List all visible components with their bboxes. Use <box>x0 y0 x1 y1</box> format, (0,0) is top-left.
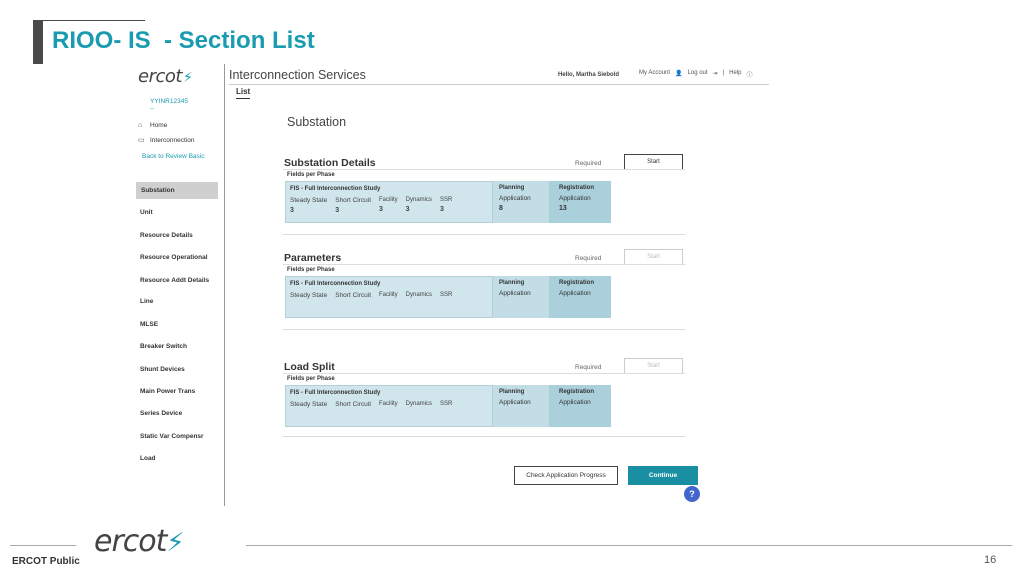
nav-interconnection[interactable]: ▭ Interconnection <box>138 137 194 144</box>
fields-per-phase-label: Fields per Phase <box>287 376 335 382</box>
logout-link[interactable]: Log out <box>688 70 708 79</box>
sidebar-item-line[interactable]: Line <box>140 298 153 305</box>
start-button[interactable]: Start <box>624 249 683 265</box>
app-screenshot: ercot⚡ Interconnection Services Hello, M… <box>128 60 769 506</box>
section-title: Parameters <box>284 252 342 264</box>
check-application-progress-button[interactable]: Check Application Progress <box>514 466 618 485</box>
footer-classification: ERCOT Public <box>12 556 80 567</box>
fis-panel: FIS - Full Interconnection Study Steady … <box>285 181 493 223</box>
help-link[interactable]: Help <box>729 70 741 79</box>
fields-per-phase-label: Fields per Phase <box>287 172 335 178</box>
fis-column: Steady State <box>290 401 328 408</box>
continue-button[interactable]: Continue <box>628 466 698 485</box>
ercot-logo[interactable]: ercot⚡ <box>138 66 193 87</box>
planning-panel: Planning Application <box>493 276 549 318</box>
sidebar-item-substation[interactable]: Substation <box>136 182 218 199</box>
phase-summary: FIS - Full Interconnection Study Steady … <box>285 276 611 318</box>
fis-column: SSR <box>440 401 453 407</box>
section-title: Load Split <box>284 361 335 373</box>
sidebar-item-series-device[interactable]: Series Device <box>140 410 182 417</box>
start-button[interactable]: Start <box>624 358 683 374</box>
sidebar-item-main-power-trans[interactable]: Main Power Trans <box>140 388 195 395</box>
application-id-sub: -- <box>150 106 154 112</box>
fields-per-phase-label: Fields per Phase <box>287 267 335 273</box>
fis-column: Short Circuit 3 <box>335 197 371 214</box>
content-title: Substation <box>287 115 347 129</box>
fis-column: Facility <box>379 401 398 407</box>
fis-panel: FIS - Full Interconnection Study Steady … <box>285 385 493 427</box>
nav-home-label: Home <box>150 122 168 129</box>
fis-panel: FIS - Full Interconnection Study Steady … <box>285 276 493 318</box>
fis-column: Dynamics 3 <box>405 197 433 213</box>
nav-interconnection-label: Interconnection <box>150 137 195 144</box>
back-to-review-link[interactable]: Back to Review Basic <box>142 153 205 160</box>
registration-panel: Registration Application <box>549 385 611 427</box>
section-bottom-divider <box>283 436 685 437</box>
footer-rule-right <box>246 545 1012 546</box>
slide-title-accent-bar <box>33 20 43 64</box>
sidebar-item-resource-addt-details[interactable]: Resource Addt Details <box>140 277 209 284</box>
sidebar-item-static-var-compensr[interactable]: Static Var Compensr <box>140 433 204 440</box>
sidebar-item-load[interactable]: Load <box>140 455 156 462</box>
fis-title: FIS - Full Interconnection Study <box>290 186 381 192</box>
user-greeting: Hello, Martha Siebold <box>558 71 620 78</box>
sidebar-item-breaker-switch[interactable]: Breaker Switch <box>140 343 187 350</box>
section-title: Substation Details <box>284 157 376 169</box>
slide-title: RIOO- IS - Section List <box>52 27 315 54</box>
planning-panel: Planning Application 8 <box>493 181 549 223</box>
section-bottom-divider <box>283 329 685 330</box>
header-divider <box>229 84 769 85</box>
sidebar-item-resource-operational[interactable]: Resource Operational <box>140 254 208 261</box>
ercot-bolt-icon: ⚡ <box>166 528 184 558</box>
user-menu: Hello, Martha Siebold My Account 👤 Log o… <box>558 70 753 79</box>
section-divider <box>283 373 685 374</box>
help-icon[interactable]: ⓘ <box>746 70 752 79</box>
ercot-footer-logo: ercot⚡ <box>94 524 185 559</box>
my-account-link[interactable]: My Account <box>639 70 670 79</box>
phase-summary: FIS - Full Interconnection Study Steady … <box>285 385 611 427</box>
monitor-icon: ▭ <box>138 137 145 144</box>
section-bottom-divider <box>283 234 685 235</box>
required-label: Required <box>575 364 602 371</box>
sidebar-item-shunt-devices[interactable]: Shunt Devices <box>140 366 185 373</box>
ercot-bolt-icon: ⚡ <box>182 70 193 86</box>
required-label: Required <box>575 160 602 167</box>
fis-title: FIS - Full Interconnection Study <box>290 281 381 287</box>
fis-column: Steady State 3 <box>290 197 328 214</box>
registration-panel: Registration Application 13 <box>549 181 611 223</box>
fis-column: Facility <box>379 292 398 298</box>
fis-column: SSR 3 <box>440 197 453 213</box>
sidebar-item-unit[interactable]: Unit <box>140 209 153 216</box>
fis-column: Short Circuit <box>335 292 371 299</box>
tab-list[interactable]: List <box>236 87 251 99</box>
fis-column: Dynamics <box>405 401 433 407</box>
planning-panel: Planning Application <box>493 385 549 427</box>
phase-summary: FIS - Full Interconnection Study Steady … <box>285 181 611 223</box>
fis-column: Short Circuit <box>335 401 371 408</box>
fis-title: FIS - Full Interconnection Study <box>290 390 381 396</box>
fis-column: Dynamics <box>405 292 433 298</box>
sidebar-item-resource-details[interactable]: Resource Details <box>140 232 193 239</box>
section-divider <box>283 264 685 265</box>
registration-panel: Registration Application <box>549 276 611 318</box>
fis-column: Facility 3 <box>379 197 398 213</box>
application-id[interactable]: YYINR12345 <box>150 98 188 105</box>
required-label: Required <box>575 255 602 262</box>
help-chat-icon[interactable]: ? <box>684 486 700 502</box>
nav-home[interactable]: ⌂ Home <box>138 122 167 129</box>
fis-column: Steady State <box>290 292 328 299</box>
user-icon: 👤 <box>675 71 683 77</box>
section-divider <box>283 169 685 170</box>
app-title: Interconnection Services <box>229 68 366 82</box>
page-number: 16 <box>984 554 997 566</box>
sidebar-item-mlse[interactable]: MLSE <box>140 321 158 328</box>
footer-rule-left <box>10 545 76 546</box>
separator: | <box>722 70 725 76</box>
fis-column: SSR <box>440 292 453 298</box>
sidebar-divider <box>224 64 225 506</box>
home-icon: ⌂ <box>138 122 143 129</box>
slide-title-rule <box>43 20 145 21</box>
logout-icon: ⇥ <box>712 71 718 77</box>
start-button[interactable]: Start <box>624 154 683 170</box>
